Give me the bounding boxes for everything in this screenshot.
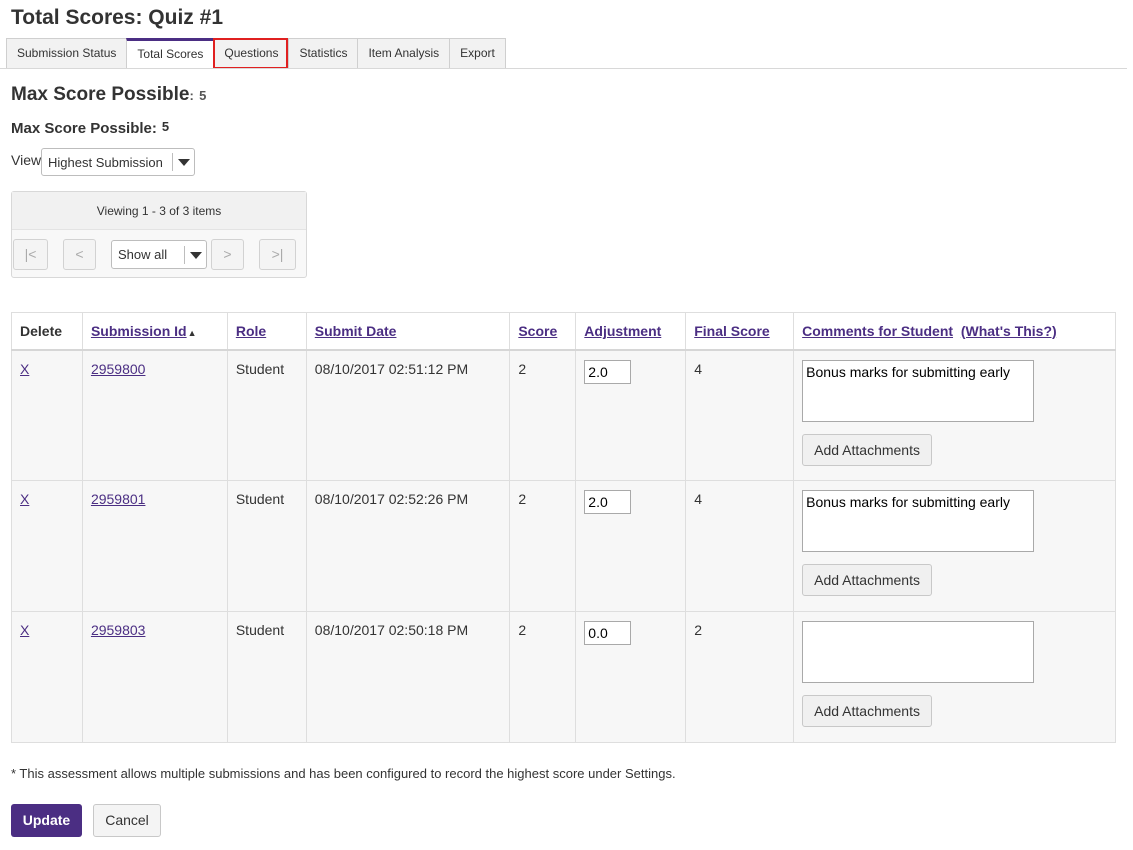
cell-delete: X bbox=[11, 349, 83, 481]
sort-submit-date-link[interactable]: Submit Date bbox=[315, 323, 397, 339]
header-comments: Comments for Student (What's This?) bbox=[793, 312, 1116, 351]
cell-final-score: 2 bbox=[685, 611, 795, 743]
max-score-label: Max Score Possible: bbox=[11, 120, 157, 137]
table-header-row: Delete Submission Id▲ Role Submit Date S… bbox=[11, 312, 1116, 351]
delete-link[interactable]: X bbox=[20, 622, 29, 638]
cell-submit-date: 08/10/2017 02:50:18 PM bbox=[305, 611, 511, 743]
table-row: X 2959803 Student 08/10/2017 02:50:18 PM… bbox=[11, 611, 1116, 743]
whats-this-link[interactable]: (What's This?) bbox=[961, 323, 1057, 339]
add-attachments-button[interactable]: Add Attachments bbox=[802, 695, 932, 727]
sort-score-link[interactable]: Score bbox=[518, 323, 557, 339]
sort-ascending-icon: ▲ bbox=[187, 327, 197, 338]
header-final-score[interactable]: Final Score bbox=[685, 312, 795, 351]
tab-bar: Submission Status Total Scores Questions… bbox=[6, 38, 506, 69]
chevron-down-icon bbox=[184, 245, 206, 264]
pager-last-button[interactable]: >| bbox=[259, 239, 296, 270]
cell-submission-id: 2959800 bbox=[81, 349, 228, 481]
tab-questions[interactable]: Questions bbox=[213, 38, 289, 69]
comment-textarea[interactable]: Bonus marks for submitting early bbox=[802, 490, 1035, 552]
add-attachments-button[interactable]: Add Attachments bbox=[802, 433, 932, 466]
sort-comments-link[interactable]: Comments for Student bbox=[802, 323, 953, 339]
cell-adjustment bbox=[575, 349, 687, 481]
adjustment-input[interactable] bbox=[584, 621, 632, 645]
cell-delete: X bbox=[11, 611, 83, 743]
pager-next-button[interactable]: > bbox=[211, 239, 244, 270]
cell-submit-date: 08/10/2017 02:52:26 PM bbox=[305, 480, 511, 612]
scores-table: Delete Submission Id▲ Role Submit Date S… bbox=[11, 312, 1116, 743]
chevron-down-icon bbox=[172, 153, 194, 171]
header-adjustment[interactable]: Adjustment bbox=[575, 312, 687, 351]
max-score-value: 5 bbox=[161, 119, 170, 134]
pager-first-button[interactable]: |< bbox=[13, 239, 48, 270]
delete-link[interactable]: X bbox=[20, 491, 29, 507]
sort-final-score-link[interactable]: Final Score bbox=[694, 323, 769, 339]
sort-role-link[interactable]: Role bbox=[236, 323, 266, 339]
submission-id-link[interactable]: 2959800 bbox=[91, 361, 146, 377]
cell-role: Student bbox=[226, 349, 307, 481]
view-label: View bbox=[11, 152, 42, 168]
pager-status: Viewing 1 - 3 of 3 items bbox=[12, 192, 306, 230]
max-score-heading-label: Max Score Possible bbox=[11, 84, 190, 105]
table-row: X 2959801 Student 08/10/2017 02:52:26 PM… bbox=[11, 480, 1116, 612]
page-size-select[interactable]: Show all bbox=[111, 240, 207, 269]
cell-score: 2 bbox=[509, 611, 577, 743]
page-size-value: Show all bbox=[118, 247, 168, 262]
cell-submission-id: 2959803 bbox=[81, 611, 228, 743]
page-title: Total Scores: Quiz #1 bbox=[11, 6, 223, 29]
submission-id-link[interactable]: 2959801 bbox=[91, 491, 146, 507]
max-score-heading: Max Score Possible: 5 bbox=[11, 84, 206, 106]
sort-submission-id-link[interactable]: Submission Id bbox=[91, 323, 187, 339]
cell-role: Student bbox=[226, 480, 307, 612]
adjustment-input[interactable] bbox=[584, 490, 632, 514]
settings-footnote: * This assessment allows multiple submis… bbox=[11, 766, 676, 781]
update-button[interactable]: Update bbox=[11, 804, 82, 837]
tab-statistics[interactable]: Statistics bbox=[288, 38, 358, 69]
cell-comments: Add Attachments bbox=[793, 611, 1116, 743]
cell-adjustment bbox=[575, 480, 687, 612]
adjustment-input[interactable] bbox=[584, 359, 632, 384]
cell-comments: Bonus marks for submitting early Add Att… bbox=[793, 349, 1116, 481]
cell-final-score: 4 bbox=[685, 349, 795, 481]
tab-divider bbox=[0, 68, 1127, 69]
header-delete: Delete bbox=[11, 312, 83, 351]
tab-total-scores[interactable]: Total Scores bbox=[126, 38, 214, 69]
header-submit-date[interactable]: Submit Date bbox=[305, 312, 511, 351]
tab-export[interactable]: Export bbox=[449, 38, 506, 69]
cell-comments: Bonus marks for submitting early Add Att… bbox=[793, 480, 1116, 612]
cell-adjustment bbox=[575, 611, 687, 743]
delete-link[interactable]: X bbox=[20, 361, 29, 377]
comment-textarea[interactable] bbox=[802, 621, 1035, 683]
view-select[interactable]: Highest Submission bbox=[41, 148, 195, 176]
view-select-value: Highest Submission bbox=[48, 154, 163, 170]
max-score-heading-sep: : bbox=[189, 88, 194, 103]
table-row: X 2959800 Student 08/10/2017 02:51:12 PM… bbox=[11, 349, 1116, 481]
cancel-button[interactable]: Cancel bbox=[93, 804, 161, 837]
comment-textarea[interactable]: Bonus marks for submitting early bbox=[802, 359, 1035, 422]
cell-role: Student bbox=[226, 611, 307, 743]
cell-final-score: 4 bbox=[685, 480, 795, 612]
submission-id-link[interactable]: 2959803 bbox=[91, 622, 146, 638]
tab-item-analysis[interactable]: Item Analysis bbox=[357, 38, 450, 69]
cell-delete: X bbox=[11, 480, 83, 612]
add-attachments-button[interactable]: Add Attachments bbox=[802, 564, 932, 596]
tab-submission-status[interactable]: Submission Status bbox=[6, 38, 127, 69]
pager-prev-button[interactable]: < bbox=[63, 239, 96, 270]
header-score[interactable]: Score bbox=[509, 312, 577, 351]
max-score-line: Max Score Possible: 5 bbox=[11, 119, 169, 137]
cell-submission-id: 2959801 bbox=[81, 480, 228, 612]
header-submission-id[interactable]: Submission Id▲ bbox=[81, 312, 228, 351]
cell-score: 2 bbox=[509, 349, 577, 481]
header-role[interactable]: Role bbox=[226, 312, 307, 351]
sort-adjustment-link[interactable]: Adjustment bbox=[584, 323, 661, 339]
pager: Viewing 1 - 3 of 3 items |< < Show all >… bbox=[11, 191, 307, 278]
cell-score: 2 bbox=[509, 480, 577, 612]
max-score-heading-value: 5 bbox=[199, 88, 207, 103]
cell-submit-date: 08/10/2017 02:51:12 PM bbox=[305, 349, 511, 481]
